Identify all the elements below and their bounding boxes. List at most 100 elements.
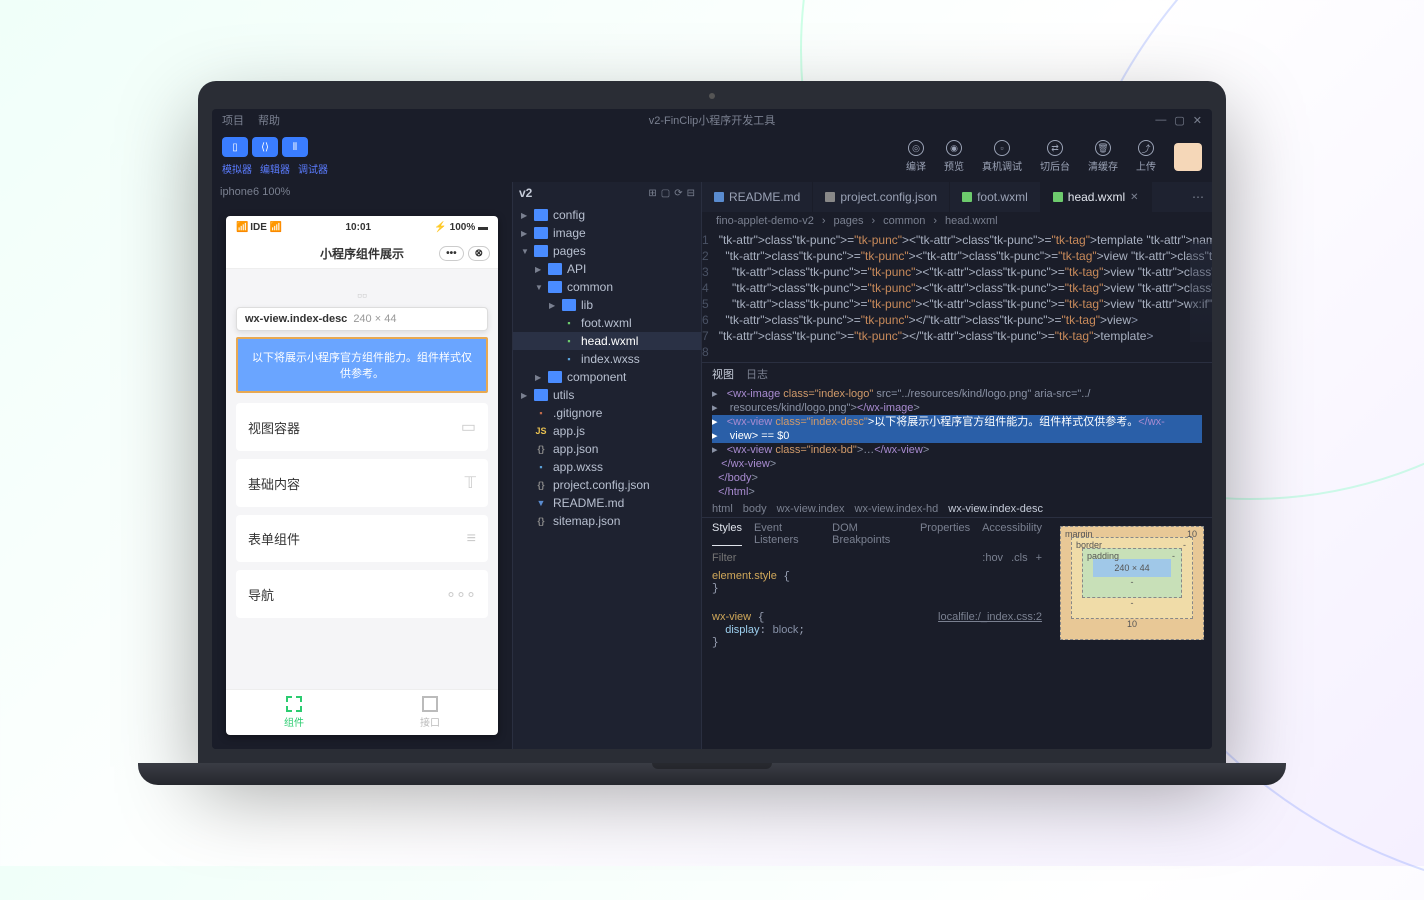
compile-button[interactable]: ◎编译 [906,140,926,173]
minimap[interactable] [1190,242,1212,342]
css-rule[interactable]: element.style {} [702,566,1052,599]
file-item[interactable]: ▪index.wxss [513,350,701,368]
menu-help[interactable]: 帮助 [258,112,280,128]
breadcrumbs[interactable]: fino-applet-demo-v2›pages›common›head.wx… [702,212,1212,230]
new-folder-icon[interactable]: ▢ [661,188,670,199]
styles-filter-input[interactable] [712,552,974,564]
folder-item[interactable]: ▶config [513,206,701,224]
folder-item[interactable]: ▼common [513,278,701,296]
refresh-icon[interactable]: ⟳ [674,188,682,199]
collapse-icon[interactable]: ⊟ [687,188,695,199]
cls-toggle[interactable]: .cls [1011,552,1028,564]
close-tab-icon[interactable]: ✕ [1130,192,1138,203]
crumb[interactable]: wx-view.index-hd [855,503,939,515]
file-item[interactable]: ▪.gitignore [513,404,701,422]
element-node[interactable]: </html> [712,485,1202,499]
highlighted-element[interactable]: 以下将展示小程序官方组件能力。组件样式仅供参考。 [236,337,488,393]
crumb[interactable]: wx-view.index-desc [948,503,1043,515]
remote-debug-button[interactable]: ▫真机调试 [982,140,1022,173]
element-node[interactable]: </wx-view> [712,457,1202,471]
element-node[interactable]: ▸ view> == $0 [712,429,1202,443]
breadcrumb-segment[interactable]: head.wxml [945,215,998,227]
element-node[interactable]: ▸ <wx-view class="index-desc">以下将展示小程序官方… [712,415,1202,429]
styles-tab[interactable]: Properties [920,522,970,546]
file-item[interactable]: JSapp.js [513,422,701,440]
editor-tab[interactable]: head.wxml✕ [1041,182,1152,212]
breadcrumb-segment[interactable]: common [883,215,925,227]
tab-api[interactable]: 接口 [362,690,498,735]
folder-item[interactable]: ▶utils [513,386,701,404]
menu-item[interactable]: 导航∘∘∘ [236,570,488,618]
element-node[interactable]: ▸ <wx-image class="index-logo" src="../r… [712,387,1202,401]
box-model[interactable]: margin10 border- padding- 240 × 44 - - 1 [1052,518,1212,749]
file-item[interactable]: ▪head.wxml [513,332,701,350]
code-editor[interactable]: 12345678 "tk-attr">class"tk-punc">="tk-p… [702,230,1212,362]
menu-item[interactable]: 视图容器▭ [236,403,488,451]
file-icon: {} [534,443,548,455]
styles-tab[interactable]: Accessibility [982,522,1042,546]
breadcrumb-segment[interactable]: pages [834,215,864,227]
styles-tab[interactable]: DOM Breakpoints [832,522,908,546]
devtools-tab-view[interactable]: 视图 [712,366,734,382]
upload-button[interactable]: ⤴上传 [1136,140,1156,173]
file-item[interactable]: ▪foot.wxml [513,314,701,332]
element-node[interactable]: ▸ resources/kind/logo.png"></wx-image> [712,401,1202,415]
menu-item[interactable]: 表单组件≡ [236,515,488,562]
folder-item[interactable]: ▶image [513,224,701,242]
device-info[interactable]: iphone6 100% [212,182,512,202]
avatar[interactable] [1174,143,1202,171]
crumb[interactable]: body [743,503,767,515]
close-icon[interactable]: ✕ [1193,114,1202,127]
hov-toggle[interactable]: :hov [982,552,1003,564]
crumb[interactable]: html [712,503,733,515]
source-link[interactable]: localfile:/_index.css:2 [938,611,1042,623]
project-root[interactable]: v2 [519,186,532,200]
tree-item-label: project.config.json [553,478,650,492]
file-item[interactable]: {}sitemap.json [513,512,701,530]
css-rule[interactable]: </span><span class="sel">.index-desc</sp… [702,599,1052,607]
breadcrumb-segment[interactable]: fino-applet-demo-v2 [716,215,814,227]
toolbar: ▯ ⟨⟩ ⫴ 模拟器 编辑器 调试器 ◎编译 ◉预览 ▫真机调试 [212,131,1212,182]
file-item[interactable]: {} project.config.json [513,476,701,494]
elements-breadcrumb[interactable]: html body wx-view.index wx-view.index-hd wx-… [702,501,1212,517]
file-item[interactable]: ▼README.md [513,494,701,512]
folder-icon [534,209,548,221]
crumb[interactable]: wx-view.index [777,503,845,515]
editor-toggle[interactable]: ⟨⟩ [252,137,278,157]
element-node[interactable]: ▸ <wx-view class="index-bd">…</wx-view> [712,443,1202,457]
add-rule-icon[interactable]: + [1036,552,1042,564]
folder-item[interactable]: ▶lib [513,296,701,314]
devtools-tab-log[interactable]: 日志 [746,366,768,382]
css-rule[interactable]: localfile:/_index.css:2wx-view { display… [702,607,1052,653]
close-app-button[interactable]: ⊗ [468,246,490,261]
simulator-panel: iphone6 100% 📶 IDE 📶 10:01 ⚡ 100% ▬ 小程序组… [212,182,512,749]
editor-tab[interactable]: README.md [702,182,813,212]
tab-component[interactable]: 组件 [226,690,362,735]
folder-item[interactable]: ▶component [513,368,701,386]
simulator-toggle[interactable]: ▯ [222,137,248,157]
tabs-overflow-icon[interactable]: ⋯ [1184,190,1212,204]
new-file-icon[interactable]: ⊞ [648,188,656,199]
clear-cache-button[interactable]: 🗑清缓存 [1088,140,1118,173]
menu-item[interactable]: 基础内容𝕋 [236,459,488,507]
more-button[interactable]: ••• [439,246,464,261]
styles-tab[interactable]: Event Listeners [754,522,820,546]
file-icon: {} [534,479,548,491]
debugger-toggle[interactable]: ⫴ [282,137,308,157]
menu-project[interactable]: 项目 [222,112,244,128]
minimize-icon[interactable]: — [1155,114,1166,127]
file-item[interactable]: ▪app.wxss [513,458,701,476]
file-item[interactable]: {}app.json [513,440,701,458]
editor-tab[interactable]: foot.wxml [950,182,1041,212]
folder-item[interactable]: ▶API [513,260,701,278]
editor-tab[interactable]: project.config.json [813,182,950,212]
preview-button[interactable]: ◉预览 [944,140,964,173]
file-icon [962,192,972,202]
background-button[interactable]: ⇄切后台 [1040,140,1070,173]
folder-item[interactable]: ▼pages [513,242,701,260]
maximize-icon[interactable]: ▢ [1174,114,1184,127]
elements-tree[interactable]: ▸ <wx-image class="index-logo" src="../r… [702,385,1212,501]
file-icon [825,192,835,202]
element-node[interactable]: </body> [712,471,1202,485]
styles-tab[interactable]: Styles [712,522,742,546]
